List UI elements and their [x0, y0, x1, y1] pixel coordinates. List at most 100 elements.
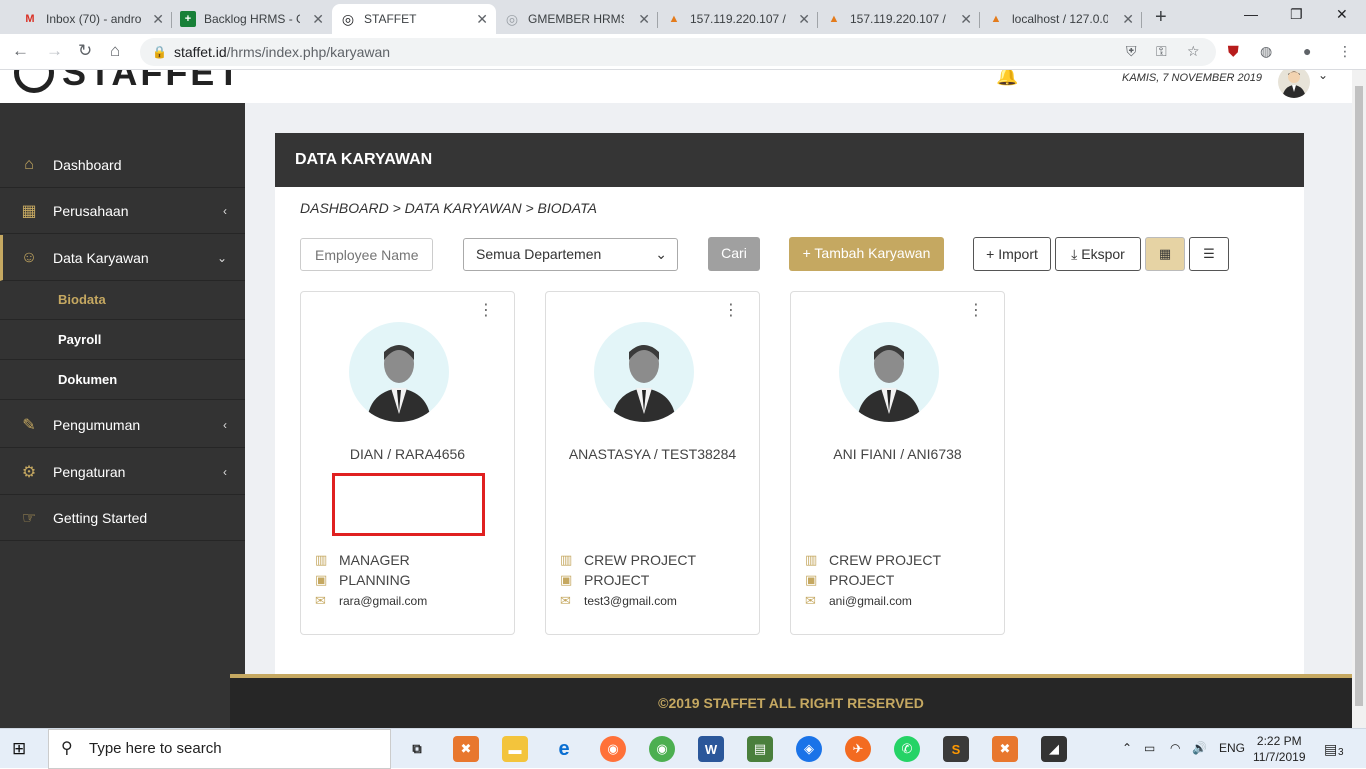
browser-tab-gmail[interactable]: M Inbox (70) - andro ✕ — [14, 4, 172, 34]
browser-tab-localhost[interactable]: ▲ localhost / 127.0.0 ✕ — [980, 4, 1142, 34]
word-icon[interactable]: W — [698, 736, 724, 762]
sidebar-item-pengaturan[interactable]: ⚙ Pengaturan ‹ — [0, 449, 245, 495]
staffet-logo[interactable]: STAFFET — [14, 70, 242, 94]
grid-view-button[interactable]: ▦ — [1145, 237, 1185, 271]
extension-icon[interactable]: ◍ — [1260, 43, 1272, 60]
wifi-icon[interactable]: ◠ — [1170, 741, 1180, 755]
employee-department: ▣ PROJECT — [805, 572, 895, 588]
browser-tab-gmember[interactable]: ◎ GMEMBER HRMS ✕ — [496, 4, 658, 34]
taskbar-clock[interactable]: 2:22 PM 11/7/2019 — [1253, 733, 1306, 765]
star-icon[interactable]: ☆ — [1187, 43, 1200, 60]
employee-card[interactable]: ⋮ DIAN / RARA4656 ▥ MANAGER ▣ PLANNING ✉ ra… — [300, 291, 515, 635]
download-icon: ⤓ — [1071, 246, 1078, 262]
search-button[interactable]: Cari — [708, 237, 760, 271]
sidebar-item-label: Pengaturan — [53, 463, 126, 480]
scrollbar[interactable] — [1352, 70, 1366, 728]
add-employee-button[interactable]: + Tambah Karyawan — [789, 237, 944, 271]
snipping-tool-icon[interactable]: ◢ — [1041, 736, 1067, 762]
edge-icon[interactable]: e — [551, 736, 577, 762]
close-tab-icon[interactable]: ✕ — [152, 11, 164, 28]
sidebar-item-pengumuman[interactable]: ✎ Pengumuman ‹ — [0, 402, 245, 448]
search-icon: ⚲ — [61, 740, 73, 757]
bell-icon[interactable]: 🔔 — [996, 70, 1018, 87]
chevron-down-icon: ⌄ — [216, 250, 227, 265]
maximize-icon[interactable]: ❐ — [1290, 6, 1303, 23]
more-vertical-icon[interactable]: ⋮ — [723, 303, 739, 319]
employee-card[interactable]: ⋮ ANI FIANI / ANI6738 ▥ CREW PROJECT ▣ PRO… — [790, 291, 1005, 635]
sidebar-item-dashboard[interactable]: ⌂ Dashboard — [0, 142, 245, 188]
browser-tab-backlog[interactable]: + Backlog HRMS - G ✕ — [172, 4, 332, 34]
chevron-down-icon[interactable]: ⌄ — [1318, 70, 1328, 82]
export-button[interactable]: ⤓ Ekspor — [1055, 237, 1141, 271]
whatsapp-icon[interactable]: ✆ — [894, 736, 920, 762]
close-tab-icon[interactable]: ✕ — [1122, 11, 1134, 28]
task-view-icon[interactable]: ⧉ — [404, 736, 430, 762]
list-view-button[interactable]: ☰ — [1189, 237, 1229, 271]
maps-icon[interactable]: ◈ — [796, 736, 822, 762]
close-window-icon[interactable]: ✕ — [1336, 6, 1348, 23]
ublock-icon[interactable]: ⛊ — [1228, 43, 1239, 60]
sidebar-item-label: Perusahaan — [53, 202, 129, 219]
sidebar-item-data-karyawan[interactable]: ☺ Data Karyawan ⌄ — [0, 235, 245, 281]
windows-start-icon[interactable]: ⊞ — [12, 739, 26, 759]
employee-position: ▥ MANAGER — [315, 552, 410, 568]
new-tab-icon[interactable]: + — [1155, 6, 1167, 29]
language-indicator[interactable]: ENG — [1219, 741, 1245, 755]
address-bar[interactable]: 🔒 staffet.id/hrms/index.php/karyawan — [140, 38, 1216, 66]
browser-tab-pma-2[interactable]: ▲ 157.119.220.107 / ✕ — [818, 4, 980, 34]
windows-taskbar: ⊞ ⚲ Type here to search ⧉ ✖ ▬ e ◉ ◉ W ▤ … — [0, 728, 1366, 769]
sidebar-item-getting-started[interactable]: ☞ Getting Started — [0, 495, 245, 541]
sidebar-subitem-payroll[interactable]: Payroll — [0, 320, 245, 360]
minimize-icon[interactable]: — — [1244, 6, 1258, 22]
more-vertical-icon[interactable]: ⋮ — [968, 303, 984, 319]
close-tab-icon[interactable]: ✕ — [798, 11, 810, 28]
home-browser-icon[interactable]: ⌂ — [110, 41, 120, 61]
employee-name-input[interactable] — [300, 238, 433, 271]
close-tab-icon[interactable]: ✕ — [312, 11, 324, 28]
user-avatar[interactable] — [1278, 70, 1310, 98]
logo-mark-icon — [14, 70, 54, 93]
close-tab-icon[interactable]: ✕ — [960, 11, 972, 28]
sidebar-item-label: Dashboard — [53, 156, 122, 173]
chrome-icon[interactable]: ◉ — [649, 736, 675, 762]
profile-icon[interactable]: ● — [1303, 43, 1311, 59]
firefox-icon[interactable]: ◉ — [600, 736, 626, 762]
department-select[interactable]: Semua Departemen ⌄ — [463, 238, 678, 271]
sidebar-subitem-biodata[interactable]: Biodata — [0, 280, 245, 320]
reload-icon[interactable]: ↻ — [78, 41, 92, 61]
envelope-icon: ✉ — [560, 593, 571, 608]
more-vertical-icon[interactable]: ⋮ — [478, 303, 494, 319]
close-tab-icon[interactable]: ✕ — [638, 11, 650, 28]
postman-icon[interactable]: ✈ — [845, 736, 871, 762]
chevron-up-icon[interactable]: ⌃ — [1122, 741, 1132, 755]
sidebar-item-perusahaan[interactable]: ▦ Perusahaan ‹ — [0, 188, 245, 234]
volume-icon[interactable]: 🔊 — [1192, 741, 1207, 755]
network-app-icon[interactable]: ▤ — [747, 736, 773, 762]
notification-icon[interactable]: ▤ — [1324, 741, 1337, 758]
back-icon[interactable]: ← — [12, 41, 29, 61]
shield-icon[interactable]: ⛨ — [1126, 43, 1137, 60]
xampp-icon[interactable]: ✖ — [992, 736, 1018, 762]
employee-name: ANASTASYA / TEST38284 — [568, 446, 737, 462]
browser-tab-staffet[interactable]: ◎ STAFFET ✕ — [332, 4, 496, 34]
scrollbar-thumb[interactable] — [1355, 86, 1363, 706]
employee-card[interactable]: ⋮ ANASTASYA / TEST38284 ▥ CREW PROJECT ▣ P… — [545, 291, 760, 635]
key-icon[interactable]: ⚿ — [1156, 43, 1167, 60]
file-explorer-icon[interactable]: ▬ — [502, 736, 528, 762]
browser-tab-pma-1[interactable]: ▲ 157.119.220.107 / ✕ — [658, 4, 818, 34]
sublime-icon[interactable]: S — [943, 736, 969, 762]
employee-department: ▣ PLANNING — [315, 572, 411, 588]
sidebar-subitem-dokumen[interactable]: Dokumen — [0, 360, 245, 400]
browser-menu-icon[interactable]: ⋮ — [1338, 43, 1352, 60]
staffet-icon: ◎ — [341, 10, 355, 27]
forward-icon[interactable]: → — [46, 41, 63, 61]
sidebar-item-label: Pengumuman — [53, 416, 141, 433]
hand-icon: ☞ — [21, 509, 37, 527]
gmail-icon: M — [25, 13, 35, 25]
phpmyadmin-icon: ▲ — [828, 13, 840, 25]
battery-icon[interactable]: ▭ — [1144, 741, 1155, 755]
taskbar-search[interactable]: ⚲ Type here to search — [48, 729, 391, 769]
close-tab-icon[interactable]: ✕ — [476, 11, 488, 28]
xampp-icon[interactable]: ✖ — [453, 736, 479, 762]
import-button[interactable]: + Import — [973, 237, 1051, 271]
